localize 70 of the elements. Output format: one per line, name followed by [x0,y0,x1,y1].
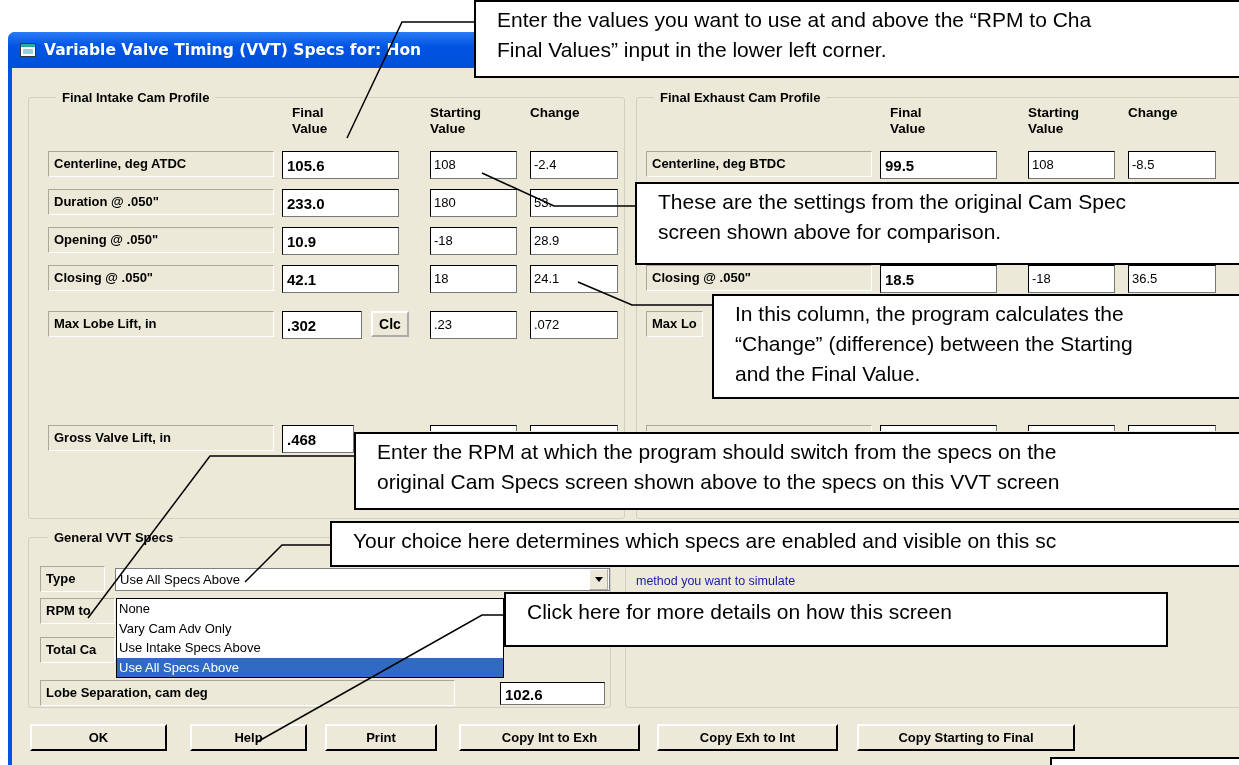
field-label: Max Lobe Lift, in [48,311,274,337]
value-field[interactable]: -18 [430,227,517,255]
dialog-button[interactable]: Copy Int to Exh [459,724,640,751]
input-field[interactable] [880,425,997,431]
group-title: Final Exhaust Cam Profile [659,90,822,105]
value-field[interactable]: 36.5 [1128,265,1216,293]
dropdown-option[interactable]: Vary Cam Adv Only [117,618,503,638]
value-field[interactable]: .468 [282,425,354,453]
callout-text: Enter the RPM at which the program should switch from the specs on the original Cam Specs screen shown above to the specs on this VVT screen [377,439,1061,495]
field-label: Lobe Separation, cam deg [40,680,455,706]
value-field[interactable]: 180 [430,189,517,217]
field-label: Opening @ .050" [48,227,274,253]
dropdown-option[interactable]: Use Intake Specs Above [117,638,503,658]
value-field[interactable]: -8.5 [1128,151,1216,179]
dialog-button[interactable]: Copy Starting to Final [857,724,1075,751]
help-text: method you want to simulate [636,574,797,588]
value-field[interactable]: 18 [430,265,517,293]
value-field[interactable]: 10.9 [282,227,399,255]
field-label: Closing @ .050" [48,265,274,291]
group-title: Final Intake Cam Profile [61,90,211,105]
value-field[interactable]: 105.6 [282,151,399,179]
input-field[interactable] [430,425,517,431]
window-icon [20,43,36,57]
input-field[interactable] [530,425,618,431]
field-label: Duration @ .050" [48,189,274,215]
dropdown-arrow-icon[interactable] [594,576,603,582]
value-field[interactable]: 18.5 [880,265,997,293]
value-field[interactable]: 99.5 [880,151,997,179]
input-field[interactable] [1028,425,1115,431]
dialog-button[interactable]: OK [30,724,167,751]
value-field[interactable]: .302 [282,311,362,339]
column-header: Final Value [292,105,328,137]
value-field[interactable]: 108 [430,151,517,179]
callout-text: In this column, the program calculates the “Change” (difference) between the Starting and the Final Value. [735,301,1134,387]
field-label: Total Ca [40,637,115,663]
dialog-button[interactable]: Help [190,724,307,751]
field-label: Closing @ .050" [646,265,872,291]
value-field[interactable]: 28.9 [530,227,618,255]
column-header: Change [1128,105,1178,122]
dropdown-option[interactable]: Use All Specs Above [117,657,503,677]
field-label: Centerline, deg BTDC [646,151,872,177]
value-field[interactable]: -18 [1028,265,1115,293]
column-header: Final Value [890,105,926,137]
window-title: Variable Valve Timing (VVT) Specs for: Hon [44,41,422,59]
field-label: Gross Valve Lift, in [48,425,274,451]
callout-text: Enter the values you want to use at and above the “RPM to Cha Final Values” input in the lower left corner. [497,7,1093,63]
column-header: Change [530,105,580,122]
callout-text: These are the settings from the original Cam Spec screen shown above for comparison. [658,189,1128,245]
calculate-button[interactable]: Clc [371,311,409,337]
type-dropdown[interactable]: Use All Specs Above [115,567,610,591]
dropdown-option[interactable]: None [117,599,503,619]
field-label: Max Lo [646,311,703,337]
value-field[interactable]: 42.1 [282,265,399,293]
value-field[interactable]: 102.6 [500,681,605,705]
column-header: Starting Value [1028,105,1079,137]
dialog-button[interactable]: Print [325,724,437,751]
dialog-button[interactable]: Copy Exh to Int [657,724,838,751]
value-field[interactable]: -2.4 [530,151,618,179]
value-field[interactable]: 24.1 [530,265,618,293]
value-field[interactable]: 233.0 [282,189,399,217]
value-field[interactable]: .23 [430,311,517,339]
input-field[interactable] [1128,425,1216,431]
field-label: Type [40,566,105,592]
callout-text: Click here for more details on how this screen [527,599,953,625]
column-header: Starting Value [430,105,481,137]
field-label: RPM to [40,598,115,624]
value-field[interactable]: .072 [530,311,618,339]
value-field[interactable]: 108 [1028,151,1115,179]
callout-text: Your choice here determines which specs are enabled and visible on this sc [353,528,1058,554]
field-label: Centerline, deg ATDC [48,151,274,177]
